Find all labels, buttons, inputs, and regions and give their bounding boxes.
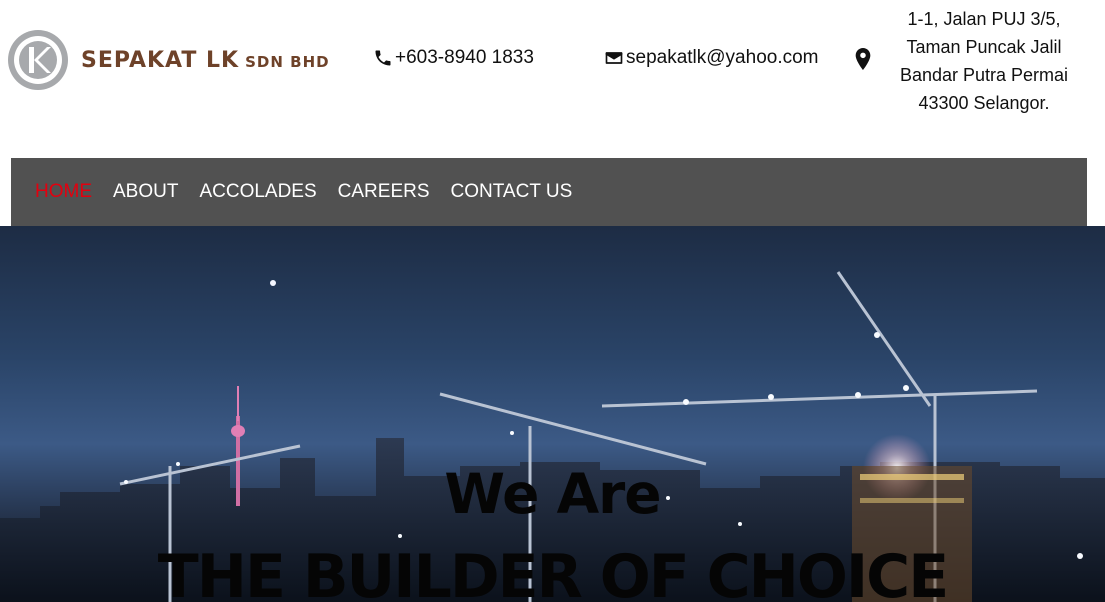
phone-icon	[375, 50, 391, 66]
brand-logo[interactable]: SEPAKAT LK SDN BHD	[7, 29, 330, 91]
phone-contact[interactable]: +603-8940 1833	[373, 47, 534, 69]
address-line-3: Bandar Putra Permai	[899, 65, 1069, 85]
main-nav: HOME ABOUT ACCOLADES CAREERS CONTACT US	[11, 158, 1087, 226]
email-address: sepakatlk@yahoo.com	[626, 47, 819, 68]
email-contact[interactable]: sepakatlk@yahoo.com	[604, 47, 819, 69]
hero-heading-line-2: THE BUILDER OF CHOICE	[157, 542, 949, 602]
phone-number: +603-8940 1833	[395, 47, 534, 68]
address-block: 1-1, Jalan PUJ 3/5, Taman Puncak Jalil B…	[884, 5, 1084, 117]
nav-item-about[interactable]: ABOUT	[113, 181, 178, 203]
map-pin-icon	[855, 48, 871, 70]
nav-item-careers[interactable]: CAREERS	[338, 181, 430, 203]
nav-item-contact-us[interactable]: CONTACT US	[451, 181, 573, 203]
brand-name: SEPAKAT LK SDN BHD	[81, 48, 330, 73]
nav-item-home[interactable]: HOME	[35, 181, 92, 203]
hero-heading-line-1: We Are	[444, 462, 661, 526]
address-line-4: 43300 Selangor.	[918, 93, 1050, 113]
hero-banner: We Are THE BUILDER OF CHOICE	[0, 226, 1105, 602]
address-line-1: 1-1, Jalan PUJ 3/5,	[907, 9, 1061, 29]
envelope-icon	[605, 52, 623, 64]
address-line-2: Taman Puncak Jalil	[906, 37, 1062, 57]
site-header: SEPAKAT LK SDN BHD +603-8940 1833 sepakat…	[0, 0, 1105, 158]
logo-mark-icon	[8, 30, 68, 90]
brand-name-main: SEPAKAT LK	[81, 47, 240, 73]
brand-name-suffix: SDN BHD	[245, 52, 330, 71]
nav-item-accolades[interactable]: ACCOLADES	[199, 181, 316, 203]
